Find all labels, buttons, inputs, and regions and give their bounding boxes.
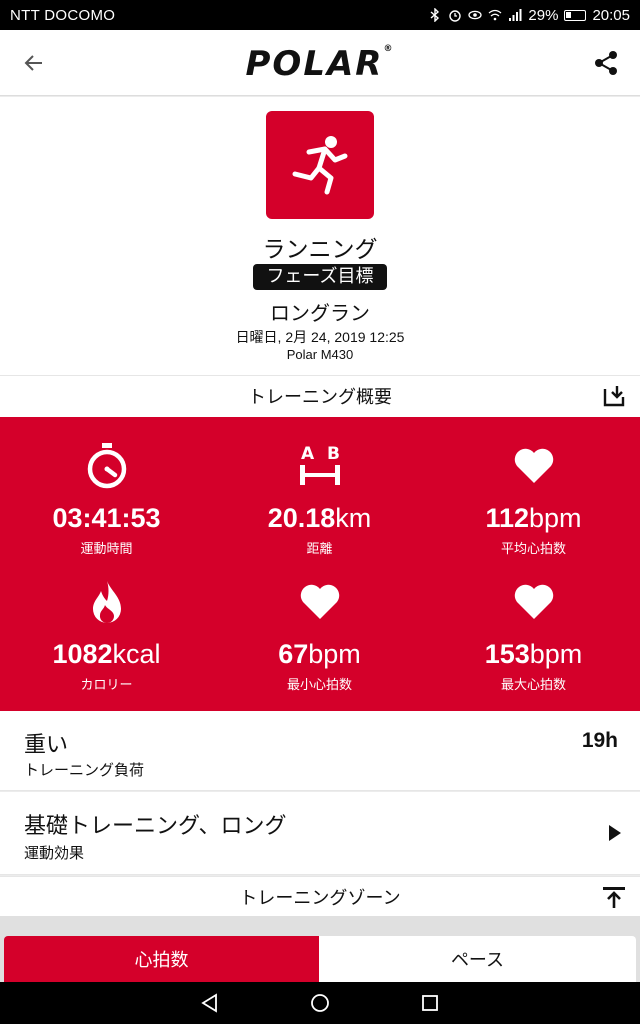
distance-label: 距離: [306, 542, 333, 557]
battery-icon: [564, 9, 587, 21]
nav-back-icon[interactable]: [200, 993, 220, 1013]
share-icon: [595, 50, 617, 75]
summary-calories: 1082kcal カロリー: [0, 577, 213, 693]
heart-icon: [514, 584, 553, 619]
sport-name: ランニング: [262, 237, 378, 263]
signal-icon: [509, 9, 522, 21]
training-load-row: 重い トレーニング負荷 19h: [0, 711, 640, 791]
distance-ab-icon: AB: [299, 444, 340, 485]
training-benefit-label: 運動効果: [24, 844, 85, 862]
calories-value: 1082: [52, 639, 113, 669]
tab-heart-rate[interactable]: 心拍数: [4, 936, 319, 982]
summary-max-hr: 153bpm 最大心拍数: [427, 577, 640, 693]
back-button[interactable]: [16, 45, 52, 81]
zones-section-header: トレーニングゾーン: [0, 876, 640, 916]
clock: 20:05: [592, 6, 630, 24]
training-load-title: 重い: [24, 733, 69, 758]
summary-title: トレーニング概要: [248, 386, 392, 408]
svg-text:B: B: [327, 444, 340, 464]
summary-section-header: トレーニング概要: [0, 375, 640, 415]
wifi-icon: [489, 9, 502, 21]
flame-icon: [92, 581, 121, 624]
bluetooth-icon: [430, 8, 440, 22]
tab-pace[interactable]: ペース: [319, 936, 636, 982]
svg-text:A: A: [301, 444, 315, 464]
carrier-name: NTT DOCOMO: [10, 6, 116, 24]
phase-badge: フェーズ目標: [253, 264, 387, 290]
training-benefit-title: 基礎トレーニング、ロング: [24, 814, 287, 839]
training-load-value: 19h: [581, 729, 618, 752]
summary-distance: AB 20.18km 距離: [213, 441, 426, 557]
training-load-label: トレーニング負荷: [24, 761, 145, 779]
share-button[interactable]: [588, 45, 624, 81]
max-hr-unit: bpm: [529, 639, 583, 669]
distance-unit: km: [335, 503, 372, 533]
avg-hr-label: 平均心拍数: [500, 542, 566, 557]
summary-min-hr: 67bpm 最小心拍数: [213, 577, 426, 693]
max-hr-value: 153: [484, 639, 530, 669]
phase-name: ロングラン: [270, 301, 370, 325]
duration-value: 03:41:53: [52, 503, 161, 533]
polar-logo: POLAR®: [245, 44, 395, 84]
min-hr-unit: bpm: [308, 639, 361, 669]
workout-header: ランニング フェーズ目標 ロングラン 日曜日, 2月 24, 2019 12:2…: [0, 97, 640, 375]
training-benefit-row[interactable]: 基礎トレーニング、ロング 運動効果: [0, 792, 640, 875]
avg-hr-unit: bpm: [529, 503, 582, 533]
device-name: Polar M430: [286, 347, 354, 362]
export-button[interactable]: [600, 382, 628, 410]
battery-percent: 29%: [528, 6, 559, 24]
collapse-up-icon: [603, 887, 625, 908]
calories-label: カロリー: [80, 678, 133, 693]
stopwatch-icon: [87, 443, 126, 489]
zones-title: トレーニングゾーン: [239, 887, 401, 909]
arrow-left-icon: [24, 54, 42, 71]
min-hr-label: 最小心拍数: [286, 678, 352, 693]
eye-icon: [468, 10, 483, 20]
alarm-icon: [449, 10, 462, 22]
download-icon: [603, 386, 625, 407]
summary-avg-hr: 112bpm 平均心拍数: [427, 441, 640, 557]
workout-datetime: 日曜日, 2月 24, 2019 12:25: [235, 329, 405, 345]
heart-icon: [300, 584, 339, 619]
distance-value: 20.18: [267, 503, 336, 533]
running-person-icon: [292, 136, 348, 195]
duration-label: 運動時間: [80, 542, 133, 557]
nav-home-icon[interactable]: [310, 993, 330, 1013]
zones-collapse-button[interactable]: [600, 883, 628, 911]
min-hr-value: 67: [278, 639, 309, 669]
app-bar: POLAR®: [0, 30, 640, 96]
calories-unit: kcal: [112, 639, 161, 669]
status-bar: NTT DOCOMO 29% 20:05: [0, 0, 640, 30]
play-arrow-icon: [609, 825, 621, 841]
zone-tabs: 心拍数 ペース: [0, 916, 640, 982]
max-hr-label: 最大心拍数: [500, 678, 566, 693]
avg-hr-value: 112: [485, 503, 530, 533]
nav-recents-icon[interactable]: [420, 993, 440, 1013]
system-nav-bar: [0, 982, 640, 1024]
training-summary: 03:41:53 運動時間 AB 20.18km 距離 112bpm 平均心拍数…: [0, 415, 640, 711]
sport-icon: [266, 111, 374, 219]
heart-icon: [514, 448, 553, 483]
summary-duration: 03:41:53 運動時間: [0, 441, 213, 557]
